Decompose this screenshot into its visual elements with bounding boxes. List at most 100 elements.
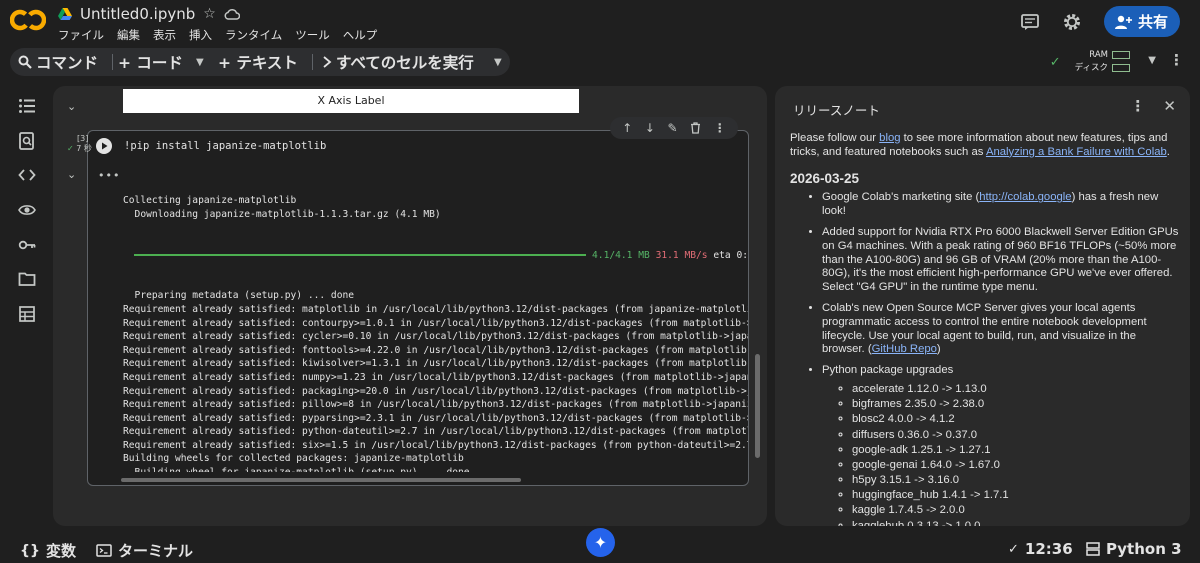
- output-line: Requirement already satisfied: pyparsing…: [123, 412, 748, 424]
- more-vert-icon[interactable]: ⋮: [1130, 97, 1145, 115]
- close-icon[interactable]: ✕: [1163, 97, 1176, 115]
- play-icon: [323, 56, 332, 68]
- output-line: Requirement already satisfied: fonttools…: [123, 344, 748, 356]
- share-label: 共有: [1137, 13, 1168, 31]
- terminal-button[interactable]: ターミナル: [96, 540, 193, 561]
- chevron-down-icon[interactable]: ⌄: [67, 168, 76, 181]
- item-text: Google Colab's marketing site (: [822, 191, 980, 204]
- output-line: Requirement already satisfied: pillow>=8…: [123, 399, 748, 411]
- menu-file[interactable]: ファイル: [58, 27, 104, 43]
- item-text: ): [936, 343, 941, 356]
- more-vert-icon[interactable]: ⋮: [1169, 51, 1184, 69]
- runtime-indicator[interactable]: Python 3: [1086, 540, 1182, 558]
- menu-view[interactable]: 表示: [153, 27, 176, 43]
- colab-logo-icon[interactable]: [10, 8, 46, 32]
- output-line: Building wheels for collected packages: …: [123, 453, 464, 465]
- package-item: bigframes 2.35.0 -> 2.38.0: [852, 398, 1180, 412]
- list-item: Python package upgrades accelerate 1.12.…: [822, 364, 1180, 526]
- output-before-bar: Collecting japanize-matplotlib Downloadi…: [123, 194, 748, 221]
- previous-cell-output: X Axis Label: [123, 89, 579, 113]
- release-notes-intro: Please follow our blog to see more infor…: [790, 132, 1180, 160]
- caret-down-icon: ▼: [196, 56, 204, 68]
- play-icon: [102, 142, 108, 150]
- add-code-button[interactable]: + コード: [118, 48, 183, 76]
- terminal-icon: [96, 544, 112, 557]
- menu-edit[interactable]: 編集: [117, 27, 140, 43]
- package-item: accelerate 1.12.0 -> 1.13.0: [852, 383, 1180, 397]
- package-list: accelerate 1.12.0 -> 1.13.0bigframes 2.3…: [822, 383, 1180, 526]
- output-actions-icon[interactable]: •••: [98, 169, 120, 182]
- caret-down-icon[interactable]: ▼: [1148, 55, 1156, 66]
- package-item: diffusers 0.36.0 -> 0.37.0: [852, 429, 1180, 443]
- check-icon: ✓: [1008, 541, 1019, 557]
- run-all-dropdown[interactable]: ▼: [494, 48, 502, 76]
- list-item: Google Colab's marketing site (http://co…: [822, 191, 1180, 219]
- package-item: h5py 3.15.1 -> 3.16.0: [852, 474, 1180, 488]
- share-button[interactable]: 共有: [1103, 6, 1180, 37]
- list-item: Added support for Nvidia RTX Pro 6000 Bl…: [822, 226, 1180, 295]
- search-icon: [18, 55, 32, 69]
- disk-label: ディスク: [1074, 63, 1108, 73]
- check-icon: ✓: [67, 144, 74, 153]
- run-cell-button[interactable]: [96, 138, 112, 154]
- key-icon[interactable]: [18, 236, 36, 254]
- add-code-dropdown[interactable]: ▼: [196, 48, 204, 76]
- move-down-icon[interactable]: ↓: [645, 121, 655, 135]
- menu-runtime[interactable]: ランタイム: [225, 27, 282, 43]
- find-icon[interactable]: [18, 132, 36, 150]
- output-line: Requirement already satisfied: python-da…: [123, 426, 748, 438]
- run-all-button[interactable]: すべてのセルを実行: [322, 48, 474, 76]
- add-text-button[interactable]: + テキスト: [218, 48, 298, 76]
- notebook-vertical-scrollbar[interactable]: [755, 354, 760, 458]
- move-up-icon[interactable]: ↑: [622, 121, 632, 135]
- resource-labels: RAM ディスク: [1075, 49, 1130, 75]
- more-vert-icon[interactable]: ⋮: [714, 121, 726, 135]
- cell-output: Collecting japanize-matplotlib Downloadi…: [123, 167, 748, 472]
- header-actions: 共有: [1020, 6, 1180, 37]
- package-item: huggingface_hub 1.4.1 -> 1.7.1: [852, 489, 1180, 503]
- execution-status[interactable]: ✓ 12:36: [1008, 540, 1073, 558]
- sparkle-icon: ✦: [593, 533, 608, 552]
- star-icon[interactable]: ☆: [203, 6, 216, 22]
- toc-icon[interactable]: [18, 97, 36, 115]
- release-notes-title: リリースノート: [793, 103, 880, 118]
- code-snippets-icon[interactable]: [18, 166, 36, 184]
- notebook-title[interactable]: Untitled0.ipynb: [80, 5, 195, 23]
- progress-size: 4.1/4.1 MB: [592, 249, 650, 261]
- blog-link[interactable]: blog: [879, 132, 900, 144]
- folder-icon[interactable]: [18, 270, 36, 288]
- github-repo-link[interactable]: GitHub Repo: [872, 343, 937, 355]
- menu-help[interactable]: ヘルプ: [343, 27, 378, 43]
- gemini-button[interactable]: ✦: [586, 528, 615, 557]
- colab-site-link[interactable]: http://colab.google: [979, 191, 1071, 203]
- chevron-down-icon[interactable]: ⌄: [67, 100, 76, 113]
- table-icon[interactable]: [18, 305, 36, 323]
- command-palette-button[interactable]: コマンド: [18, 48, 98, 76]
- code-editor[interactable]: !pip install japanize-matplotlib: [124, 140, 326, 152]
- release-date: 2026-03-25: [790, 170, 860, 186]
- variables-button[interactable]: {} 変数: [20, 540, 76, 561]
- package-item: google-adk 1.25.1 -> 1.27.1: [852, 444, 1180, 458]
- gear-icon[interactable]: [1062, 12, 1082, 32]
- output-horizontal-scrollbar[interactable]: [121, 478, 521, 482]
- comment-icon[interactable]: [1020, 12, 1040, 32]
- package-item: blosc2 4.0.0 -> 4.1.2: [852, 413, 1180, 427]
- menu-tools[interactable]: ツール: [295, 27, 330, 43]
- toolbar-divider: [312, 54, 313, 70]
- cell-toolbar: ↑ ↓ ✎ ⋮: [610, 117, 738, 139]
- output-line: Requirement already satisfied: kiwisolve…: [123, 358, 748, 370]
- check-icon: ✓: [1049, 54, 1061, 70]
- list-item: Colab's new Open Source MCP Server gives…: [822, 302, 1180, 357]
- bank-failure-link[interactable]: Analyzing a Bank Failure with Colab: [986, 146, 1167, 158]
- output-line: Building wheel for japanize-matplotlib (…: [123, 466, 748, 472]
- output-after-bar: Preparing metadata (setup.py) ... done Re…: [123, 289, 748, 472]
- add-text-label: + テキスト: [218, 54, 298, 72]
- cloud-icon[interactable]: [224, 8, 240, 20]
- menu-insert[interactable]: 挿入: [189, 27, 212, 43]
- resource-monitor[interactable]: ✓ RAM ディスク: [1050, 48, 1130, 76]
- inspect-icon[interactable]: [18, 201, 36, 219]
- output-line: Downloading japanize-matplotlib-1.1.3.ta…: [123, 208, 441, 220]
- delete-icon[interactable]: [690, 122, 701, 134]
- edit-icon[interactable]: ✎: [668, 121, 678, 135]
- drive-icon: [58, 8, 72, 20]
